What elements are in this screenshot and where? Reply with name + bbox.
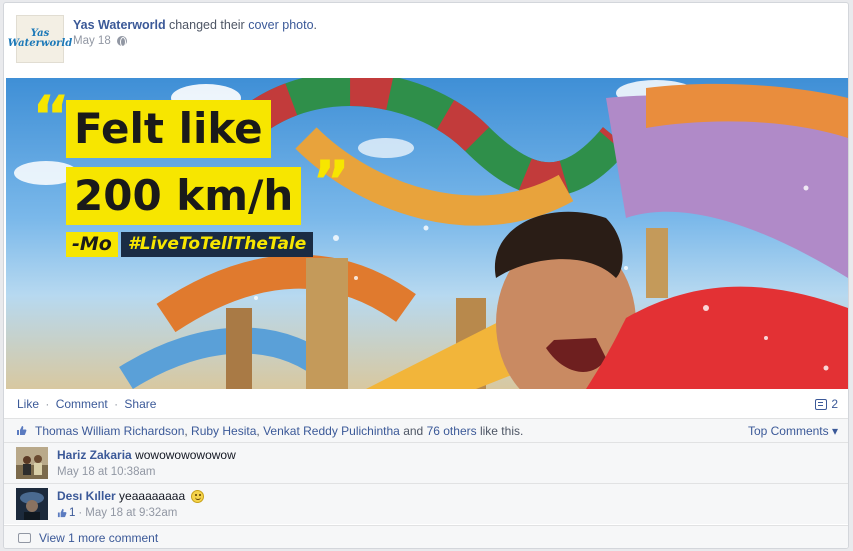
story-date[interactable]: May 18 xyxy=(73,35,111,47)
comment-count-value: 2 xyxy=(831,397,838,411)
thumbs-up-icon xyxy=(57,508,67,518)
comment-time[interactable]: May 18 at 9:32am xyxy=(85,507,177,519)
comment-meta: May 18 at 10:38am xyxy=(57,466,236,478)
action-separator: · xyxy=(78,507,83,519)
likes-suffix: like this. xyxy=(479,423,524,438)
action-separator: · xyxy=(45,397,50,411)
like-button[interactable]: Like xyxy=(17,397,39,411)
comment-meta: 1 · May 18 at 9:32am xyxy=(57,507,204,519)
comment-body: Hariz Zakaria wowowowowowow May 18 at 10… xyxy=(57,448,236,478)
view-more-comments-link[interactable]: View 1 more comment xyxy=(39,531,158,545)
cover-headline-line2: 200 km/h xyxy=(66,167,302,225)
comment-like-count[interactable]: 1 xyxy=(57,507,75,519)
liker-name[interactable]: Thomas William Richardson xyxy=(35,424,184,438)
action-separator: · xyxy=(114,397,119,411)
cover-signature: -Mo xyxy=(66,232,118,257)
commenter-avatar[interactable] xyxy=(16,488,48,520)
liker-name[interactable]: Venkat Reddy Pulichintha xyxy=(263,424,400,438)
comment-button[interactable]: Comment xyxy=(56,397,108,411)
comment-author[interactable]: Hariz Zakaria xyxy=(57,448,132,462)
globe-icon[interactable] xyxy=(116,36,127,47)
commenter-avatar[interactable] xyxy=(16,447,48,479)
top-comments-dropdown[interactable]: Top Comments ▾ xyxy=(748,424,838,438)
quote-open-mark: “ xyxy=(32,83,71,151)
action-suffix: . xyxy=(313,18,318,32)
comment-like-value: 1 xyxy=(69,507,76,519)
story-actions: Like · Comment · Share 2 xyxy=(4,393,848,417)
quote-close-mark: ” xyxy=(312,148,351,216)
smiley-emoticon-icon xyxy=(191,490,205,503)
cover-tagline: -Mo #LiveToTellTheTale xyxy=(66,232,314,257)
actor-link[interactable]: Yas Waterworld xyxy=(73,18,166,32)
cover-photo-link[interactable]: cover photo xyxy=(248,18,313,32)
page-logo-text: Yas Waterworld xyxy=(7,28,73,49)
cover-headline-line1: Felt like xyxy=(66,100,271,158)
comment-text: yeaaaaaaaa xyxy=(119,489,186,503)
likes-summary: Thomas William Richardson, Ruby Hesita, … xyxy=(4,418,848,442)
page-avatar[interactable]: Yas Waterworld xyxy=(8,15,72,63)
likes-and: and xyxy=(403,423,424,438)
comment-time[interactable]: May 18 at 10:38am xyxy=(57,466,155,478)
share-button[interactable]: Share xyxy=(124,397,156,411)
liker-name[interactable]: Ruby Hesita xyxy=(191,424,256,438)
likes-others-link[interactable]: 76 others xyxy=(427,424,477,438)
view-more-comments[interactable]: View 1 more comment xyxy=(4,525,848,548)
action-text: changed their cover photo. xyxy=(169,18,317,32)
comment-count[interactable]: 2 xyxy=(815,397,838,411)
action-prefix: changed their xyxy=(168,18,245,32)
comment-item: Hariz Zakaria wowowowowowow May 18 at 10… xyxy=(4,442,848,483)
comment-bubble-icon xyxy=(815,398,828,410)
thumbs-up-icon xyxy=(16,425,27,436)
comment-bubble-icon xyxy=(18,532,31,543)
comment-item: Desı Kıller yeaaaaaaaa 1 · May 18 at 9:3… xyxy=(4,483,848,524)
feed-story: Yas Waterworld Yas Waterworld changed th… xyxy=(3,2,849,549)
cover-hashtag: #LiveToTellTheTale xyxy=(120,232,314,257)
story-header: Yas Waterworld Yas Waterworld changed th… xyxy=(8,15,836,67)
story-timestamp: May 18 xyxy=(73,35,317,47)
cover-photo[interactable]: “ Felt like 200 km/h ” -Mo #LiveToTellTh… xyxy=(6,78,848,389)
comment-body: Desı Kıller yeaaaaaaaa 1 · May 18 at 9:3… xyxy=(57,489,205,519)
comment-author[interactable]: Desı Kıller xyxy=(57,489,116,503)
story-header-text: Yas Waterworld changed their cover photo… xyxy=(73,18,317,47)
comment-text: wowowowowowow xyxy=(135,448,236,462)
